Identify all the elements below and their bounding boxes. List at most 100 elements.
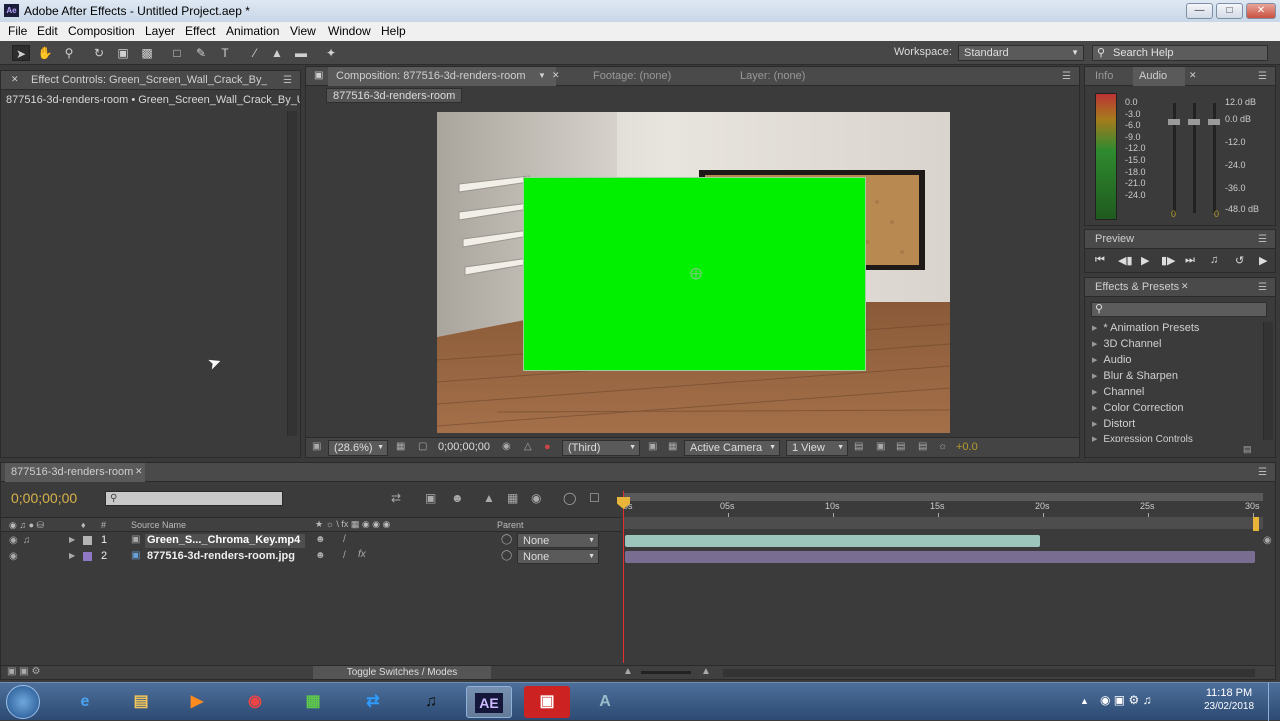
- list-item[interactable]: * Animation Presets: [1092, 322, 1199, 334]
- list-item[interactable]: Blur & Sharpen: [1092, 370, 1178, 382]
- shy-icon[interactable]: ☻: [451, 491, 464, 505]
- brush-tool-icon[interactable]: ⁄: [246, 45, 264, 61]
- frame-blending-icon[interactable]: ▲: [483, 491, 495, 505]
- list-item[interactable]: Color Correction: [1092, 402, 1183, 414]
- footage-tab[interactable]: Footage: (none): [593, 70, 671, 82]
- teamviewer-icon[interactable]: ⇄: [350, 686, 396, 718]
- col-source-name[interactable]: Source Name: [131, 520, 186, 530]
- previous-frame-icon[interactable]: ◀▮: [1118, 254, 1133, 267]
- zoom-slider[interactable]: [641, 671, 691, 674]
- timeline-search-input[interactable]: ⚲: [105, 491, 283, 506]
- flowchart-icon[interactable]: ▤: [918, 441, 927, 452]
- switches-icon[interactable]: ★ ☼ \ fx ▦ ◉ ◉ ◉: [315, 519, 390, 530]
- audio-toggle-icon[interactable]: ♫: [1210, 254, 1218, 266]
- timeline-timecode[interactable]: 0;00;00;00: [11, 490, 77, 506]
- show-hidden-icons[interactable]: ▲: [1080, 696, 1089, 706]
- menu-effect[interactable]: Effect: [185, 24, 215, 38]
- composition-tab[interactable]: Composition: 877516-3d-renders-room: [328, 67, 556, 86]
- reset-exposure-icon[interactable]: ☼: [938, 441, 947, 452]
- headphones-icon[interactable]: ♫: [408, 686, 454, 718]
- clock[interactable]: 11:18 PM 23/02/2018: [1198, 687, 1260, 712]
- play-icon[interactable]: ▶: [1141, 254, 1149, 267]
- pick-whip-icon[interactable]: ◯: [501, 534, 512, 545]
- audio-slider-thumb-mid[interactable]: [1188, 119, 1200, 125]
- chevron-down-icon[interactable]: ▼: [538, 71, 546, 80]
- hand-tool-icon[interactable]: ✋: [36, 45, 54, 61]
- list-item[interactable]: Expression Controls: [1092, 434, 1192, 442]
- clone-stamp-tool-icon[interactable]: ▲: [268, 45, 286, 61]
- list-item[interactable]: Distort: [1092, 418, 1135, 430]
- timeline-tab[interactable]: 877516-3d-renders-room: [5, 463, 145, 482]
- zoom-out-icon[interactable]: ▲: [623, 666, 633, 677]
- layer-name[interactable]: Green_S..._Chroma_Key.mp4: [145, 534, 305, 548]
- always-preview-icon[interactable]: ▣: [312, 441, 321, 452]
- tray-icons[interactable]: ◉ ▣ ⚙ ♫: [1100, 693, 1152, 707]
- file-explorer-icon[interactable]: ▤: [118, 686, 164, 718]
- scrollbar[interactable]: [287, 111, 297, 436]
- menu-file[interactable]: File: [8, 24, 27, 38]
- chrome-icon[interactable]: ◉: [232, 686, 278, 718]
- windows-flag-icon[interactable]: ▦: [290, 686, 336, 718]
- rotate-tool-icon[interactable]: ↻: [90, 45, 108, 61]
- audio-slider-thumb-left[interactable]: [1168, 119, 1180, 125]
- effects-search-input[interactable]: ⚲: [1091, 302, 1267, 317]
- internet-explorer-icon[interactable]: e: [62, 686, 108, 718]
- grid-icon[interactable]: ▦: [396, 441, 405, 452]
- close-icon[interactable]: ✕: [135, 466, 143, 477]
- first-frame-icon[interactable]: ⏮: [1095, 254, 1105, 267]
- table-row[interactable]: ◉ ▶ 2 ▣ 877516-3d-renders-room.jpg ☻ / f…: [1, 549, 621, 565]
- last-frame-icon[interactable]: ⏭: [1185, 254, 1195, 267]
- expand-icon[interactable]: ▶: [69, 551, 75, 560]
- current-time-indicator[interactable]: [623, 491, 624, 663]
- layer-tab[interactable]: Layer: (none): [740, 70, 805, 82]
- zoom-tool-icon[interactable]: ⚲: [60, 45, 78, 61]
- visibility-icon[interactable]: ◉: [9, 551, 18, 562]
- selection-tool-icon[interactable]: ➤: [12, 45, 30, 61]
- audio-slider-thumb-right[interactable]: [1208, 119, 1220, 125]
- info-tab[interactable]: Info: [1095, 70, 1113, 82]
- ram-preview-icon[interactable]: ▶: [1259, 254, 1267, 267]
- pick-whip-icon[interactable]: ◯: [501, 550, 512, 561]
- toggle-pixel-icon[interactable]: ▤: [854, 441, 863, 452]
- quality-switch-icon[interactable]: /: [343, 534, 346, 545]
- close-button[interactable]: ✕: [1246, 3, 1276, 19]
- search-help-input[interactable]: ⚲ Search Help: [1092, 45, 1268, 61]
- close-icon[interactable]: ✕: [1181, 281, 1189, 292]
- menu-view[interactable]: View: [290, 24, 316, 38]
- transparency-grid-icon[interactable]: ▦: [668, 441, 677, 452]
- close-icon[interactable]: ✕: [552, 70, 560, 81]
- visibility-icon[interactable]: ◉: [9, 535, 18, 546]
- work-area-bar[interactable]: [623, 493, 1263, 501]
- eraser-tool-icon[interactable]: ▬: [292, 45, 310, 61]
- loop-icon[interactable]: ↺: [1235, 254, 1244, 267]
- camera-select[interactable]: Active Camera ▼: [684, 440, 780, 456]
- time-ruler[interactable]: 0s 05s 10s 15s 20s 25s 30s: [623, 493, 1263, 529]
- menu-layer[interactable]: Layer: [145, 24, 175, 38]
- snapshot-icon[interactable]: ◉: [502, 441, 511, 452]
- resolution-select[interactable]: (Third) ▼: [562, 440, 640, 456]
- table-row[interactable]: ◉ ♫ ▶ 1 ▣ Green_S..._Chroma_Key.mp4 ☻ / …: [1, 533, 621, 549]
- end-of-work-area[interactable]: [1253, 517, 1259, 531]
- minimize-button[interactable]: —: [1186, 3, 1213, 19]
- fx-switch[interactable]: fx: [358, 549, 366, 560]
- effect-controls-tab[interactable]: Effect Controls: Green_Screen_Wall_Crack…: [31, 74, 267, 86]
- auto-keyframe-icon[interactable]: ☐: [589, 491, 600, 505]
- label-color-swatch[interactable]: [83, 536, 92, 545]
- exposure-value[interactable]: +0.0: [956, 441, 978, 453]
- workspace-select[interactable]: Standard ▼: [958, 45, 1084, 61]
- panel-menu-icon[interactable]: ☰: [1258, 234, 1267, 245]
- expand-icon[interactable]: ▶: [69, 535, 75, 544]
- red-app-icon[interactable]: ▣: [524, 686, 570, 718]
- label-color-swatch[interactable]: [83, 552, 92, 561]
- panel-menu-icon[interactable]: ☰: [1062, 71, 1071, 82]
- timeline-icon[interactable]: ▤: [896, 441, 905, 452]
- panel-menu-icon[interactable]: ☰: [283, 75, 292, 86]
- rectangle-tool-icon[interactable]: □: [168, 45, 186, 61]
- region-of-interest-icon[interactable]: ▣: [648, 441, 657, 452]
- menu-window[interactable]: Window: [328, 24, 371, 38]
- new-folder-icon[interactable]: ▤: [1243, 444, 1252, 455]
- magnification-select[interactable]: (28.6%) ▼: [328, 440, 388, 456]
- shy-switch-icon[interactable]: ☻: [315, 550, 326, 561]
- show-snapshot-icon[interactable]: △: [524, 441, 532, 452]
- camera-tool-icon[interactable]: ▣: [114, 45, 132, 61]
